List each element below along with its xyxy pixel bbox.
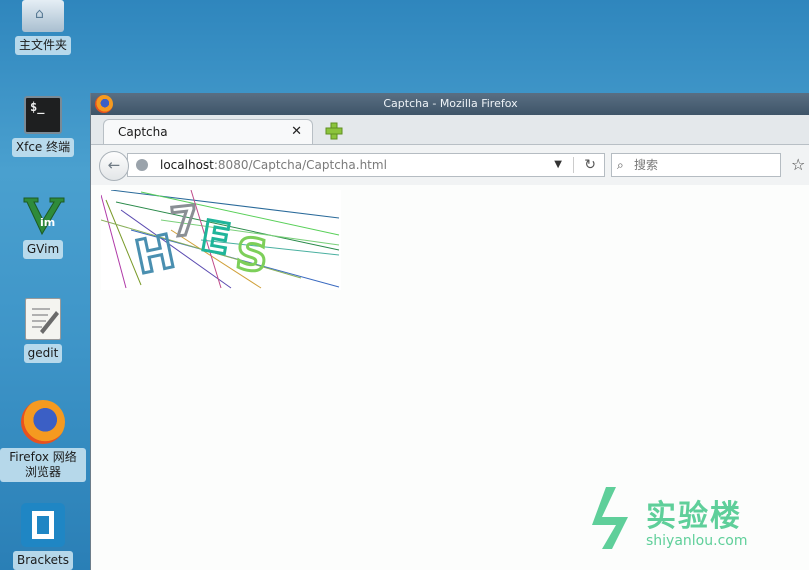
- watermark-title: 实验楼: [646, 499, 742, 534]
- desktop-icon-gvim[interactable]: im GVim: [0, 196, 86, 259]
- watermark-subtitle: shiyanlou.com: [646, 533, 748, 549]
- globe-icon: [136, 159, 148, 171]
- search-input[interactable]: ⌕ 搜索: [611, 153, 781, 177]
- window-titlebar[interactable]: Captcha - Mozilla Firefox: [91, 93, 809, 115]
- url-host: localhost: [160, 158, 214, 172]
- desktop-icon-label: Firefox 网络浏览器: [0, 448, 86, 482]
- back-button[interactable]: ←: [99, 151, 129, 181]
- noise-line: [101, 194, 127, 289]
- new-tab-button[interactable]: [325, 122, 343, 140]
- tab-captcha[interactable]: Captcha ✕: [103, 119, 313, 144]
- desktop-icon-label: GVim: [22, 240, 64, 259]
- desktop-icon-label: 主文件夹: [14, 36, 71, 55]
- desktop-icon-label: gedit: [23, 344, 63, 363]
- brackets-icon: [21, 503, 65, 547]
- gvim-icon: im: [20, 196, 66, 236]
- terminal-icon: $_: [24, 96, 62, 134]
- history-dropdown-icon[interactable]: ▼: [554, 154, 562, 176]
- desktop-icon-label: Xfce 终端: [11, 138, 75, 157]
- desktop-icon-terminal[interactable]: $_ Xfce 终端: [0, 96, 86, 157]
- search-placeholder: 搜索: [634, 158, 659, 172]
- home-folder-icon: ⌂: [22, 0, 64, 32]
- plus-icon: [325, 122, 343, 140]
- search-icon: ⌕: [617, 158, 624, 172]
- shiyanlou-logo-icon: [592, 487, 628, 549]
- close-tab-icon[interactable]: ✕: [291, 120, 302, 144]
- captcha-char: E: [197, 211, 234, 264]
- desktop-icon-label: Brackets: [13, 551, 73, 570]
- watermark: 实验楼 shiyanlou.com: [590, 485, 790, 555]
- captcha-char: 7: [168, 198, 200, 247]
- reload-icon[interactable]: ↻: [584, 154, 596, 176]
- svg-text:im: im: [40, 216, 55, 229]
- url-bar[interactable]: localhost:8080/Captcha/Captcha.html ▼ ↻: [127, 153, 605, 177]
- window-title: Captcha - Mozilla Firefox: [383, 97, 518, 110]
- bookmark-star-icon[interactable]: ☆: [791, 155, 805, 174]
- firefox-icon[interactable]: [95, 95, 113, 113]
- tab-label: Captcha: [118, 125, 168, 139]
- firefox-icon: [21, 400, 65, 444]
- tab-bar: Captcha ✕: [91, 115, 809, 145]
- desktop-icon-firefox[interactable]: Firefox 网络浏览器: [0, 400, 86, 482]
- captcha-char: S: [233, 229, 270, 283]
- desktop-icon-home[interactable]: ⌂ 主文件夹: [0, 0, 86, 55]
- gedit-icon: [25, 298, 61, 340]
- captcha-image: H 7 E S: [101, 190, 341, 290]
- desktop-icon-gedit[interactable]: gedit: [0, 298, 86, 363]
- navigation-toolbar: localhost:8080/Captcha/Captcha.html ▼ ↻ …: [91, 145, 809, 186]
- url-path: :8080/Captcha/Captcha.html: [213, 158, 387, 172]
- desktop-icon-brackets[interactable]: Brackets: [0, 503, 86, 570]
- url-separator: [573, 157, 574, 173]
